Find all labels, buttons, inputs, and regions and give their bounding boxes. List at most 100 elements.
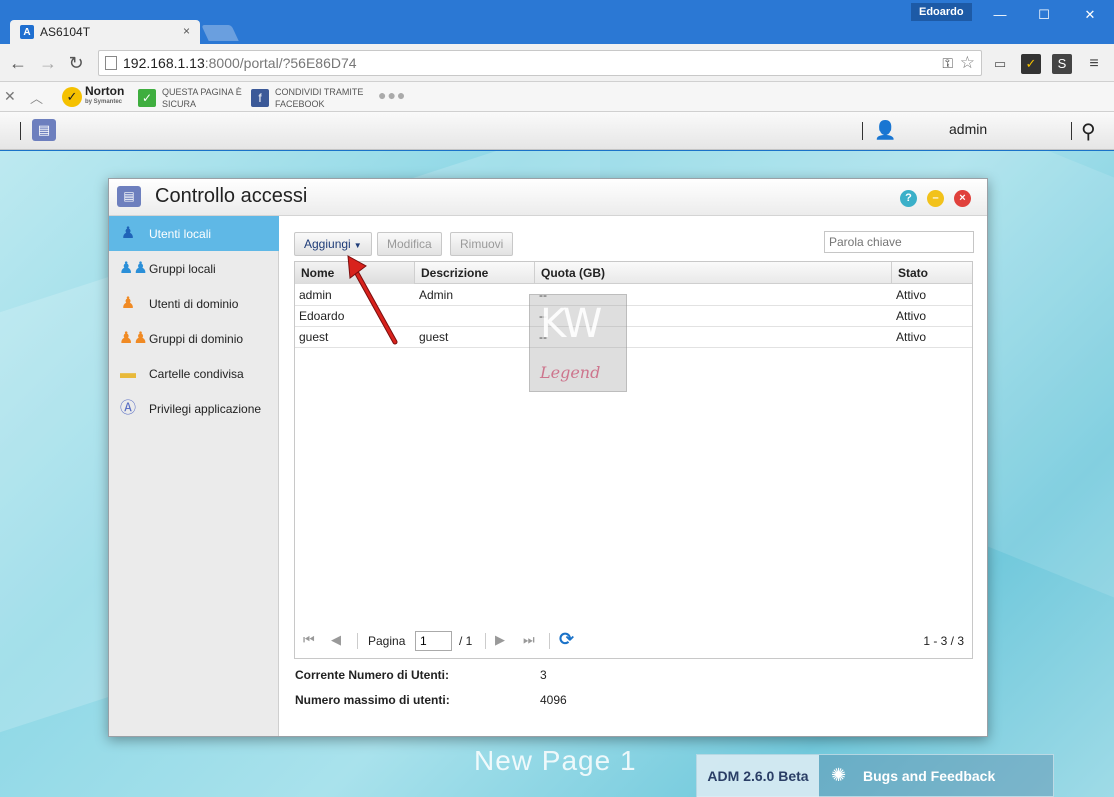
current-users-label: Corrente Numero di Utenti: — [295, 668, 450, 682]
current-username[interactable]: admin — [949, 121, 987, 137]
sidebar-item-local-users[interactable]: ♟ Utenti locali — [109, 216, 279, 251]
window-title: Controllo accessi — [155, 185, 308, 207]
bug-icon[interactable]: ✺ — [831, 765, 846, 786]
minimize-window-button[interactable]: – — [927, 190, 944, 207]
app-privilege-icon: Ⓐ — [119, 399, 136, 417]
max-users-value: 4096 — [540, 693, 567, 707]
close-window-button[interactable]: ✕ — [1075, 6, 1105, 24]
sidebar-item-label: Cartelle condivisa — [149, 366, 244, 381]
minimize-button[interactable]: — — [985, 6, 1015, 24]
cell-name: Edoardo — [299, 309, 345, 323]
s-ext-icon[interactable]: S — [1052, 54, 1072, 74]
maximize-button[interactable]: ☐ — [1029, 6, 1059, 24]
adm-taskbar: ▤ 👤 admin ⚲ — [0, 112, 1114, 150]
watermark-bottom: Legend — [540, 363, 601, 382]
sidebar-item-shared-folders[interactable]: ▬ Cartelle condivisa — [109, 356, 279, 391]
domain-user-icon: ♟ — [120, 294, 136, 312]
record-range: 1 - 3 / 3 — [923, 634, 964, 648]
page-icon — [105, 56, 117, 70]
search-icon[interactable]: ⚲ — [1081, 119, 1096, 144]
safe-page-item[interactable]: ✓ QUESTA PAGINA È SICURA — [138, 86, 242, 110]
cell-status: Attivo — [896, 330, 927, 344]
cell-status: Attivo — [896, 309, 927, 323]
access-control-icon: ▤ — [117, 186, 141, 207]
tab-close-icon[interactable]: × — [183, 24, 190, 38]
browser-tab[interactable]: A AS6104T × — [10, 20, 200, 44]
cell-name: guest — [299, 330, 329, 344]
adm-version: ADM 2.6.0 Beta — [697, 755, 819, 797]
norton-ext-icon[interactable]: ✓ — [1021, 54, 1041, 74]
refresh-icon[interactable]: ⟳ — [559, 629, 574, 650]
person-icon: ♟ — [120, 224, 136, 242]
bookmark-star-icon[interactable]: ☆ — [960, 53, 975, 73]
menu-icon[interactable]: ≡ — [1084, 54, 1104, 74]
column-header-description[interactable]: Descrizione — [415, 262, 535, 284]
first-page-icon[interactable]: ⏮ — [303, 632, 315, 648]
sidebar-item-local-groups[interactable]: ♟♟ Gruppi locali — [109, 251, 279, 286]
norton-check-icon: ✓ — [62, 87, 82, 107]
share-facebook-item[interactable]: f CONDIVIDI TRAMITE FACEBOOK — [251, 86, 363, 110]
new-tab-button[interactable] — [201, 25, 239, 41]
key-icon[interactable]: ⚿ — [942, 55, 953, 72]
sidebar-item-domain-users[interactable]: ♟ Utenti di dominio — [109, 286, 279, 321]
safe-check-icon: ✓ — [138, 89, 156, 107]
annotation-arrow-icon — [347, 255, 398, 345]
watermark-top: KW — [540, 301, 602, 347]
sidebar-item-app-privileges[interactable]: Ⓐ Privilegi applicazione — [109, 391, 279, 426]
keyword-search-input[interactable] — [824, 231, 974, 253]
last-page-icon[interactable]: ⏭ — [523, 632, 535, 648]
page-label: Pagina — [368, 634, 406, 648]
page-number-input[interactable] — [415, 631, 452, 651]
asustor-favicon-icon: A — [20, 25, 34, 39]
collapse-bar-icon[interactable]: ︿ — [30, 88, 43, 107]
chrome-user-badge[interactable]: Edoardo — [911, 3, 972, 21]
adm-version-panel: ADM 2.6.0 Beta ✺ Bugs and Feedback — [696, 754, 1054, 797]
chevron-down-icon: ▼ — [353, 241, 362, 250]
folder-icon: ▬ — [120, 364, 136, 382]
sidebar-item-label: Utenti di dominio — [149, 296, 239, 311]
more-dots-icon[interactable]: ●●● — [378, 87, 406, 103]
browser-titlebar: A AS6104T × Edoardo — ☐ ✕ — [0, 0, 1114, 44]
sidebar-item-label: Utenti locali — [149, 226, 212, 241]
sidebar-item-label: Gruppi di dominio — [149, 331, 244, 346]
remove-button[interactable]: Rimuovi — [450, 232, 514, 256]
cast-icon[interactable]: ▭ — [990, 54, 1010, 74]
sidebar-item-domain-groups[interactable]: ♟♟ Gruppi di dominio — [109, 321, 279, 356]
norton-logo[interactable]: ✓ Norton by Symantec — [62, 84, 125, 108]
pagination-bar: ⏮ ◀ Pagina / 1 ▶ ⏭ ⟳ 1 - 3 / 3 — [295, 624, 972, 658]
norton-extension-bar: ✕ ︿ ✓ Norton by Symantec ✓ QUESTA PAGINA … — [0, 82, 1114, 112]
browser-toolbar: ← → ↻ 192.168.1.13:8000/portal/?56E86D74… — [0, 44, 1114, 82]
norton-sub-label: by Symantec — [85, 99, 123, 105]
cell-name: admin — [299, 288, 332, 302]
bugs-feedback-link[interactable]: Bugs and Feedback — [863, 768, 995, 784]
prev-page-icon[interactable]: ◀ — [331, 632, 341, 648]
kwlegend-watermark: KW Legend — [529, 294, 627, 392]
divider — [357, 633, 358, 649]
help-button[interactable]: ? — [900, 190, 917, 207]
column-header-status[interactable]: Stato — [892, 262, 972, 284]
address-bar[interactable]: 192.168.1.13:8000/portal/?56E86D74 ⚿ ☆ — [98, 50, 982, 76]
sidebar-item-label: Privilegi applicazione — [149, 401, 262, 416]
access-control-app-icon[interactable]: ▤ — [32, 119, 56, 141]
norton-label: Norton — [85, 84, 125, 98]
window-header[interactable]: ▤ Controllo accessi ? – × — [109, 179, 987, 216]
cell-description: guest — [419, 330, 449, 344]
facebook-icon: f — [251, 89, 269, 107]
divider — [485, 633, 486, 649]
access-control-window: ▤ Controllo accessi ? – × ♟ Utenti local… — [108, 178, 988, 737]
close-bar-icon[interactable]: ✕ — [4, 88, 16, 105]
forward-icon[interactable]: → — [38, 53, 58, 73]
reload-icon[interactable]: ↻ — [66, 53, 86, 73]
desktop-page-name: New Page 1 — [474, 745, 637, 776]
close-window-x-button[interactable]: × — [954, 190, 971, 207]
user-icon[interactable]: 👤 — [874, 120, 896, 141]
back-icon[interactable]: ← — [8, 53, 28, 73]
divider — [1071, 122, 1072, 140]
next-page-icon[interactable]: ▶ — [495, 632, 505, 648]
current-users-value: 3 — [540, 668, 547, 682]
domain-group-icon: ♟♟ — [119, 329, 148, 347]
max-users-label: Numero massimo di utenti: — [295, 693, 450, 707]
divider — [549, 633, 550, 649]
cell-description — [415, 306, 419, 327]
column-header-quota[interactable]: Quota (GB) — [535, 262, 892, 284]
